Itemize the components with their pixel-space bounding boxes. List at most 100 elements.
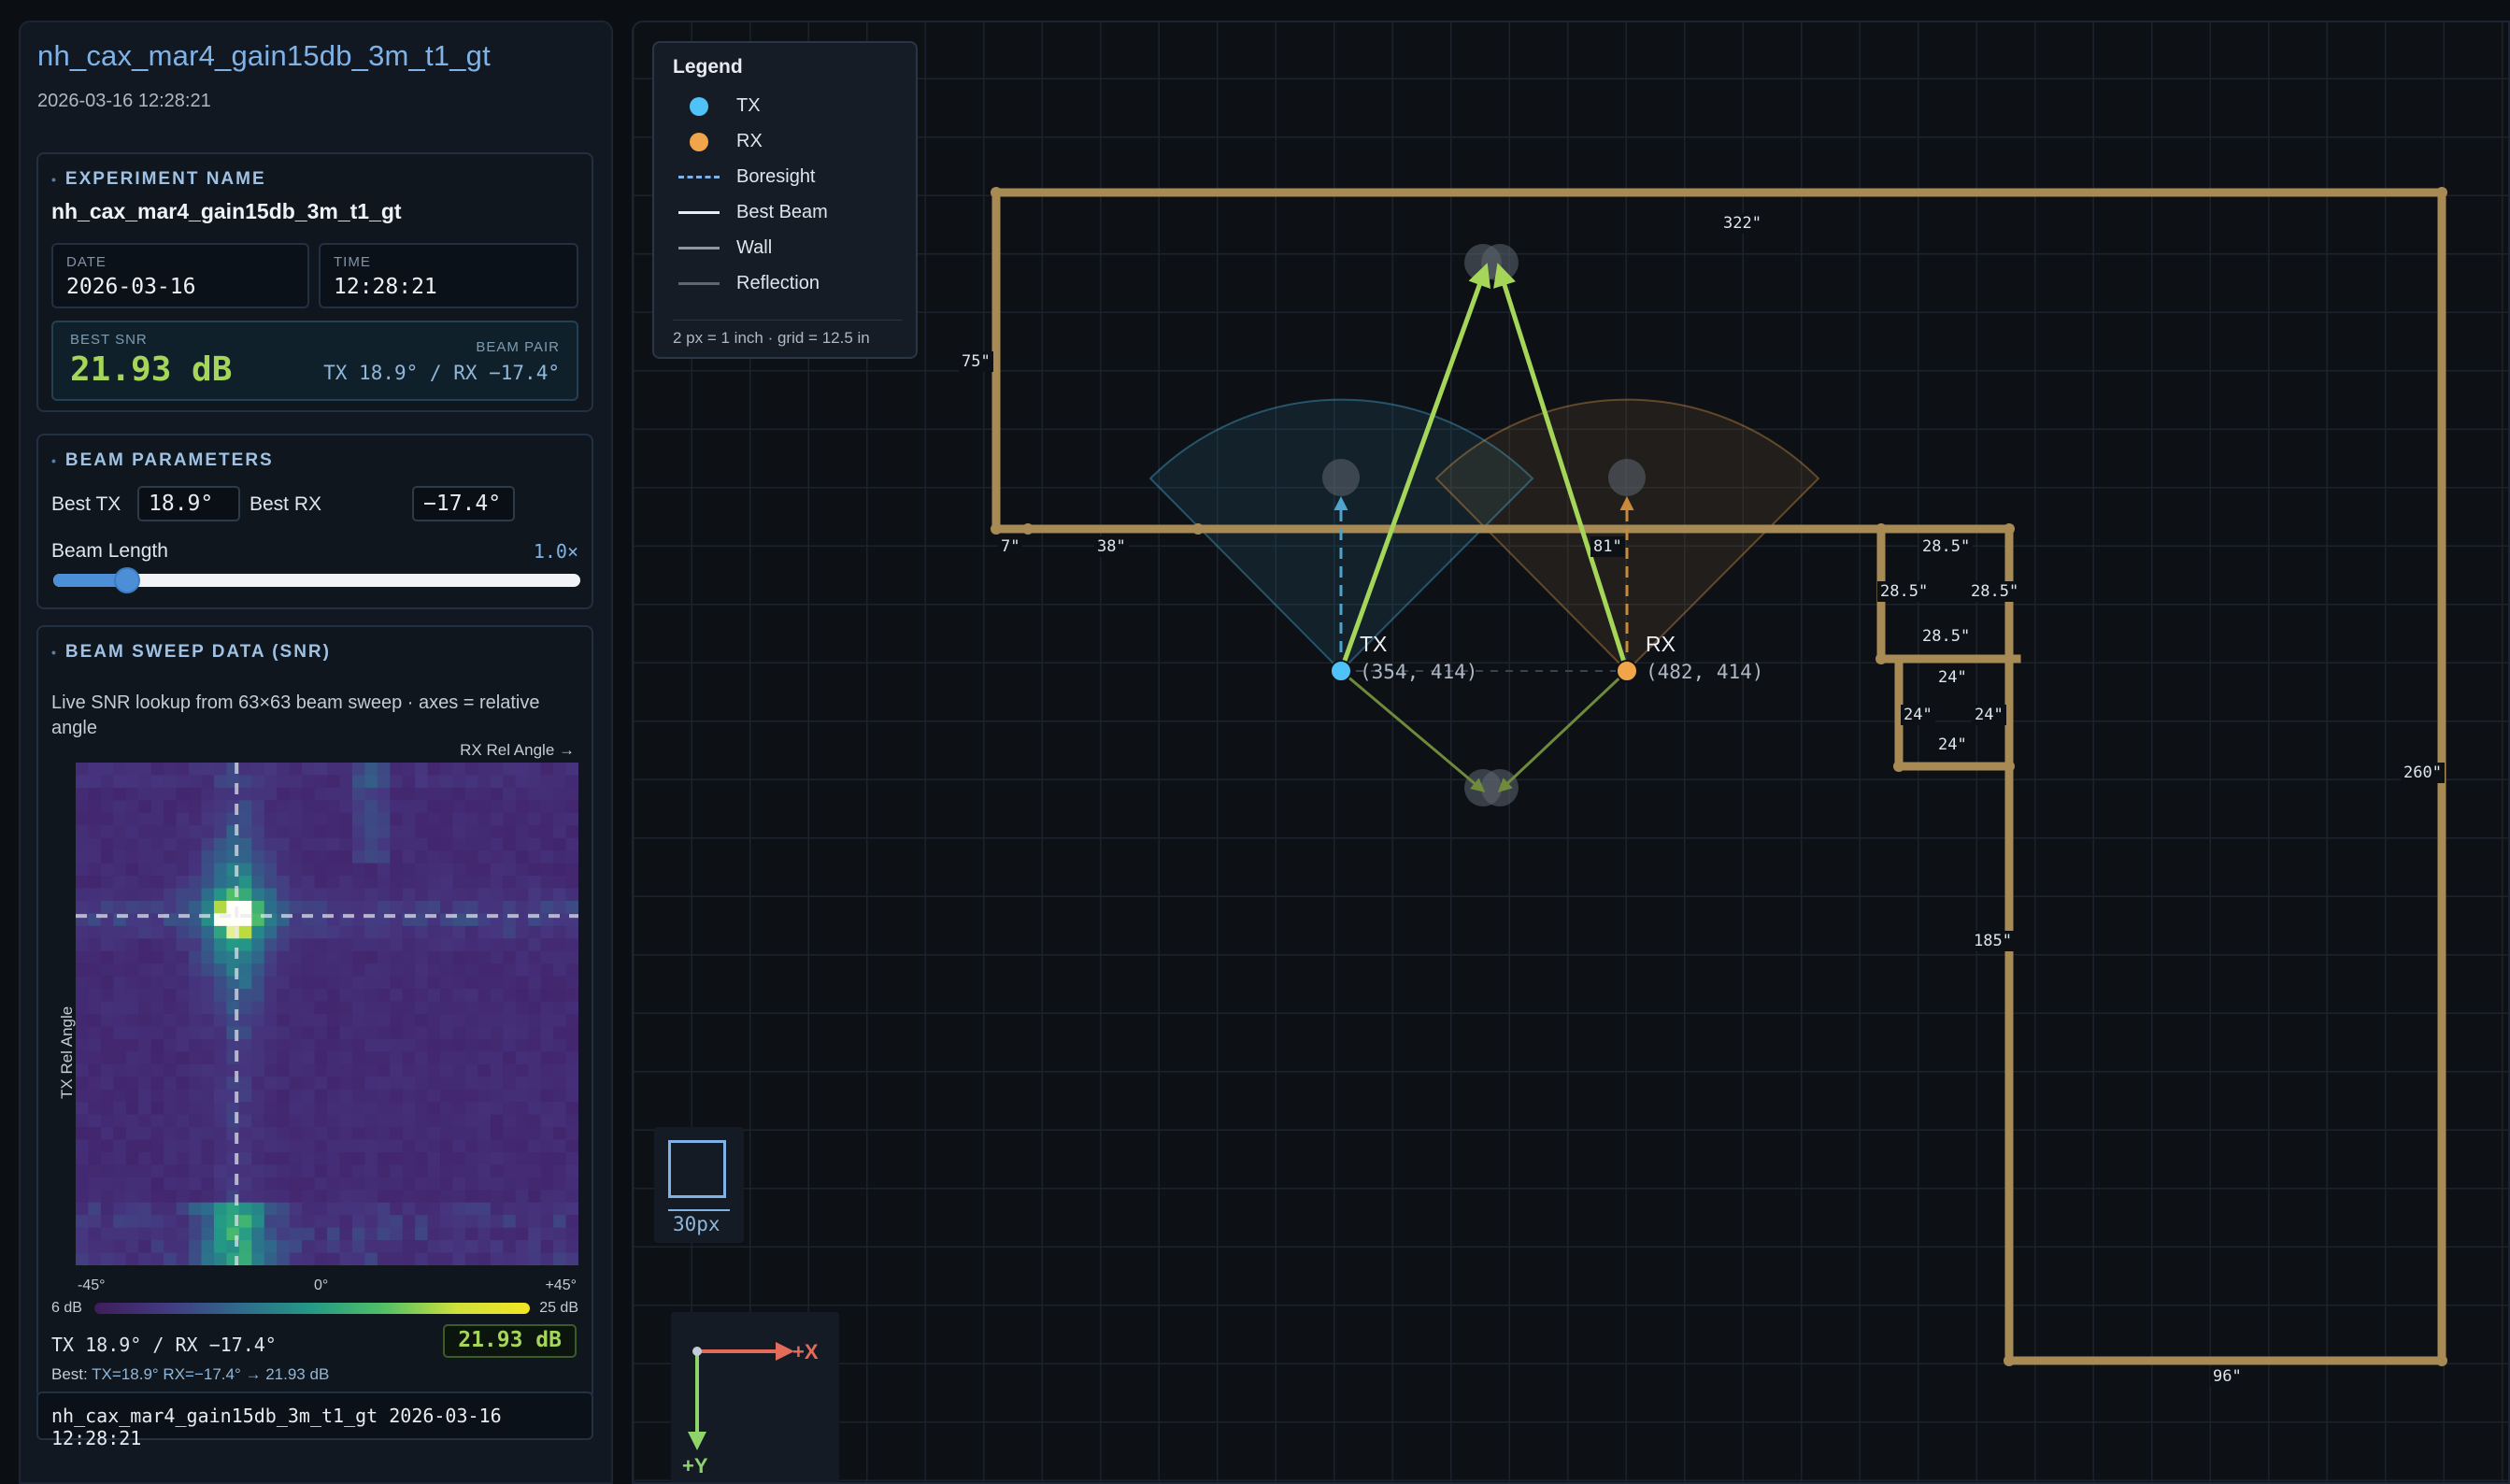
heatmap-cell <box>88 976 102 990</box>
heatmap-cell <box>264 1102 278 1116</box>
heatmap-cell <box>76 1227 90 1241</box>
heatmap-cell <box>100 1077 114 1091</box>
heatmap-cell <box>503 1177 517 1191</box>
scale-widget[interactable]: 30px <box>654 1127 744 1243</box>
heatmap-cell <box>452 1089 466 1103</box>
heatmap-cell <box>402 1240 416 1254</box>
heatmap-cell <box>238 1001 252 1015</box>
heatmap-cell <box>503 863 517 877</box>
heatmap-cell <box>201 1202 215 1216</box>
heatmap-cell <box>76 1177 90 1191</box>
heatmap-cell <box>251 775 265 789</box>
heatmap-cell <box>138 825 152 839</box>
heatmap-cell <box>264 1215 278 1229</box>
slider-thumb[interactable] <box>113 567 140 593</box>
heatmap-cell <box>351 1227 365 1241</box>
heatmap-cell <box>339 837 353 851</box>
heatmap-cell <box>528 1164 542 1178</box>
heatmap-cell <box>427 825 441 839</box>
app-datetime: 2026-03-16 12:28:21 <box>37 91 211 111</box>
heatmap-cell <box>289 1240 303 1254</box>
heatmap-cell <box>490 1127 504 1141</box>
heatmap-cell <box>150 775 164 789</box>
heatmap-cell <box>390 850 404 864</box>
heatmap-cell <box>503 950 517 964</box>
heatmap-cell <box>150 1038 164 1052</box>
heatmap-cell <box>201 1089 215 1103</box>
heatmap-cell <box>314 976 328 990</box>
heatmap-cell <box>553 1077 567 1091</box>
heatmap-cell <box>478 900 492 914</box>
heatmap-cell <box>351 775 365 789</box>
heatmap-cell <box>515 800 529 814</box>
snr-heatmap[interactable] <box>76 763 578 1265</box>
time-box: TIME 12:28:21 <box>319 243 578 308</box>
tx-node[interactable] <box>1330 660 1352 682</box>
heatmap-cell <box>478 863 492 877</box>
heatmap-cell <box>490 900 504 914</box>
heatmap-cell <box>327 800 341 814</box>
scale-square-icon <box>668 1140 726 1198</box>
heatmap-cell <box>540 950 554 964</box>
heatmap-cell <box>76 837 90 851</box>
heatmap-cell <box>251 900 265 914</box>
best-rx-input[interactable]: −17.4° <box>412 486 515 521</box>
heatmap-cell <box>528 1215 542 1229</box>
heatmap-cell <box>201 1102 215 1116</box>
heatmap-cell <box>76 925 90 939</box>
heatmap-cell <box>515 1038 529 1052</box>
best-tx-input[interactable]: 18.9° <box>137 486 240 521</box>
heatmap-cell <box>314 1177 328 1191</box>
heatmap-cell <box>251 1164 265 1178</box>
heatmap-cell <box>238 888 252 902</box>
heatmap-cell <box>364 1227 378 1241</box>
heatmap-cell <box>528 863 542 877</box>
heatmap-cell <box>138 1063 152 1077</box>
heatmap-cell <box>390 1001 404 1015</box>
heatmap-cell <box>464 1240 478 1254</box>
heatmap-cell <box>100 1001 114 1015</box>
heatmap-cell <box>565 1202 578 1216</box>
heatmap-cell <box>164 850 178 864</box>
beam-length-slider[interactable] <box>53 567 580 593</box>
heatmap-cell <box>264 1151 278 1165</box>
heatmap-cell <box>327 812 341 826</box>
rx-node[interactable] <box>1616 660 1638 682</box>
heatmap-cell <box>490 1190 504 1204</box>
heatmap-cell <box>150 825 164 839</box>
heatmap-cell <box>503 1114 517 1128</box>
heatmap-cell <box>327 825 341 839</box>
heatmap-cell <box>201 1252 215 1265</box>
heatmap-cell <box>415 950 429 964</box>
heatmap-cell <box>138 1051 152 1065</box>
heatmap-cell <box>327 1215 341 1229</box>
heatmap-cell <box>427 1177 441 1191</box>
heatmap-cell <box>213 825 227 839</box>
heatmap-cell <box>415 1051 429 1065</box>
heatmap-cell <box>176 1001 190 1015</box>
heatmap-cell <box>277 1215 291 1229</box>
heatmap-cell <box>213 1127 227 1141</box>
heatmap-cell <box>76 1127 90 1141</box>
heatmap-cell <box>138 787 152 801</box>
heatmap-cell <box>213 787 227 801</box>
room-canvas[interactable]: TX (354, 414) RX (482, 414) 322" 75" 7" 38"… <box>632 21 2510 1484</box>
heatmap-cell <box>289 1051 303 1065</box>
heatmap-cell <box>302 1038 316 1052</box>
heatmap-cell <box>176 963 190 977</box>
heatmap-cell <box>251 850 265 864</box>
heatmap-cell <box>138 1102 152 1116</box>
heatmap-cell <box>364 989 378 1003</box>
heatmap-cell <box>302 863 316 877</box>
heatmap-cell <box>277 1114 291 1128</box>
heatmap-cell <box>351 963 365 977</box>
heatmap-cell <box>302 900 316 914</box>
heatmap-cell <box>264 800 278 814</box>
heatmap-cell <box>490 1089 504 1103</box>
beam-pair-label: BEAM PAIR <box>476 339 560 355</box>
heatmap-cell <box>88 1190 102 1204</box>
heatmap-cell <box>503 1063 517 1077</box>
heatmap-cell <box>515 888 529 902</box>
heatmap-cell <box>277 763 291 777</box>
heatmap-cell <box>528 1063 542 1077</box>
